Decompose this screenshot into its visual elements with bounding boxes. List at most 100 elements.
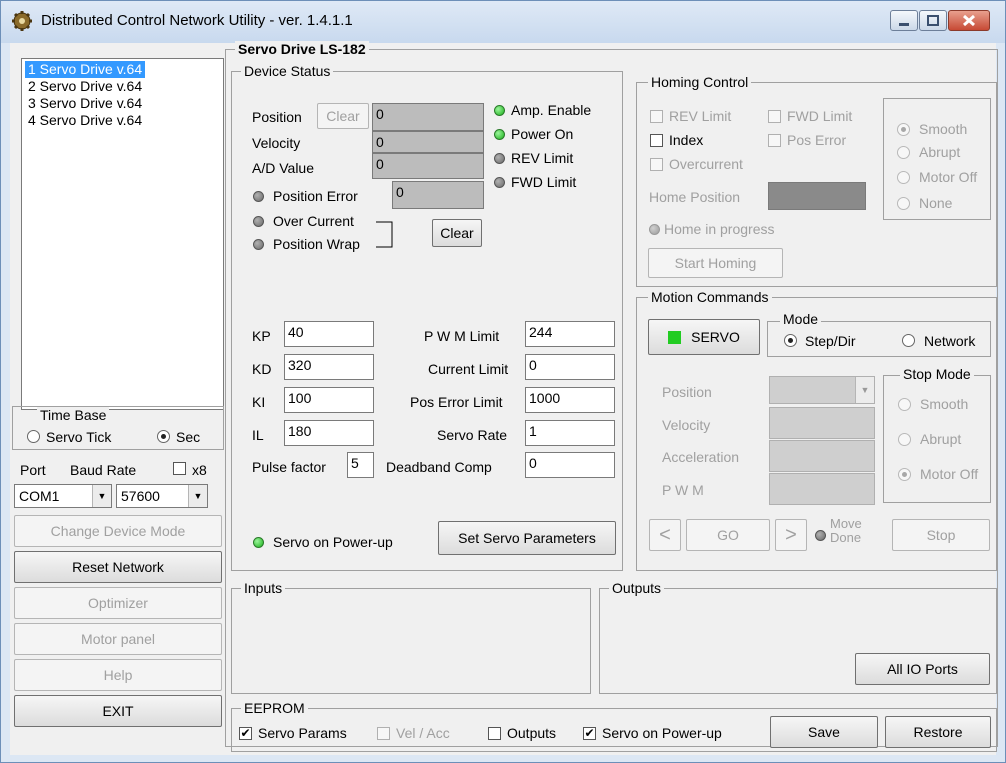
pulse-factor-label: Pulse factor <box>252 459 326 475</box>
start-homing-button[interactable]: Start Homing <box>648 248 783 278</box>
port-value: COM1 <box>19 488 60 504</box>
homing-rev-limit-checkbox[interactable] <box>650 110 663 123</box>
port-select[interactable]: COM1 ▼ <box>14 484 112 508</box>
device-list-item[interactable]: 4 Servo Drive v.64 <box>25 112 145 129</box>
homing-rev-limit-label: REV Limit <box>669 108 732 124</box>
set-servo-parameters-button[interactable]: Set Servo Parameters <box>438 521 616 555</box>
exit-button[interactable]: EXIT <box>14 695 222 727</box>
move-done-led <box>815 530 826 541</box>
step-dir-label: Step/Dir <box>805 333 856 349</box>
ki-label: KI <box>252 394 266 410</box>
optimizer-button[interactable]: Optimizer <box>14 587 222 619</box>
servo-params-label: Servo Params <box>258 725 347 741</box>
current-limit-input[interactable]: 0 <box>525 354 615 380</box>
time-base-title: Time Base <box>37 407 110 423</box>
network-radio[interactable] <box>902 334 915 347</box>
status-clear-button[interactable]: Clear <box>432 219 482 247</box>
stop-smooth-radio[interactable] <box>898 398 911 411</box>
reset-network-button[interactable]: Reset Network <box>14 551 222 583</box>
motion-position-select[interactable]: ▼ <box>769 376 875 404</box>
deadband-comp-label: Deadband Comp <box>386 459 492 475</box>
homing-none-radio[interactable] <box>897 197 910 210</box>
motion-commands-title: Motion Commands <box>648 289 772 305</box>
pulse-factor-input[interactable]: 5 <box>347 452 374 478</box>
kp-label: KP <box>252 328 271 344</box>
device-list-item[interactable]: 2 Servo Drive v.64 <box>25 78 145 95</box>
change-device-mode-button[interactable]: Change Device Mode <box>14 515 222 547</box>
servo-rate-input[interactable]: 1 <box>525 420 615 446</box>
position-wrap-led <box>253 239 264 250</box>
outputs-checkbox[interactable] <box>488 727 501 740</box>
device-list-item[interactable]: 3 Servo Drive v.64 <box>25 95 145 112</box>
homing-motor-off-label: Motor Off <box>919 169 978 185</box>
home-in-progress-label: Home in progress <box>664 221 775 237</box>
restore-button[interactable]: Restore <box>885 716 991 748</box>
motion-pwm-input[interactable] <box>769 473 875 505</box>
mode-title: Mode <box>780 311 822 327</box>
previous-button[interactable]: < <box>649 519 681 551</box>
homing-fwd-limit-checkbox[interactable] <box>768 110 781 123</box>
servo-button[interactable]: SERVO <box>648 319 760 355</box>
main-title: Servo Drive LS-182 <box>235 41 369 57</box>
homing-motor-off-radio[interactable] <box>897 171 910 184</box>
home-position-value <box>768 182 866 210</box>
homing-abrupt-radio[interactable] <box>897 146 910 159</box>
baud-rate-value: 57600 <box>121 488 160 504</box>
power-on-led <box>494 129 505 140</box>
save-button[interactable]: Save <box>770 716 878 748</box>
homing-abrupt-label: Abrupt <box>919 144 961 160</box>
pos-error-limit-input[interactable]: 1000 <box>525 387 615 413</box>
homing-index-checkbox[interactable] <box>650 134 663 147</box>
velocity-label: Velocity <box>252 135 301 151</box>
motion-velocity-label: Velocity <box>662 417 711 433</box>
il-input[interactable]: 180 <box>284 420 374 446</box>
rev-limit-led <box>494 153 505 164</box>
device-status-title: Device Status <box>241 63 334 79</box>
step-dir-radio[interactable] <box>784 334 797 347</box>
motor-panel-button[interactable]: Motor panel <box>14 623 222 655</box>
position-clear-button[interactable]: Clear <box>317 103 369 129</box>
vel-acc-checkbox[interactable] <box>377 727 390 740</box>
ki-input[interactable]: 100 <box>284 387 374 413</box>
go-button[interactable]: GO <box>686 519 770 551</box>
device-list[interactable]: 1 Servo Drive v.64 2 Servo Drive v.64 3 … <box>21 58 224 410</box>
homing-pos-error-checkbox[interactable] <box>768 134 781 147</box>
x8-label: x8 <box>192 462 207 478</box>
minimize-button[interactable] <box>890 10 918 31</box>
all-io-ports-button[interactable]: All IO Ports <box>855 653 990 685</box>
stop-button[interactable]: Stop <box>892 519 990 551</box>
baud-rate-label: Baud Rate <box>70 462 137 478</box>
chevron-down-icon[interactable]: ▼ <box>92 485 111 507</box>
servo-params-checkbox[interactable]: ✔ <box>239 727 252 740</box>
device-list-item[interactable]: 1 Servo Drive v.64 <box>25 61 146 78</box>
pwm-limit-input[interactable]: 244 <box>525 321 615 347</box>
servo-power-up-checkbox[interactable]: ✔ <box>583 727 596 740</box>
x8-checkbox[interactable] <box>173 462 186 475</box>
homing-smooth-radio[interactable] <box>897 123 910 136</box>
outputs-label: Outputs <box>507 725 557 741</box>
deadband-comp-input[interactable]: 0 <box>525 452 615 478</box>
next-button[interactable]: > <box>775 519 807 551</box>
close-button[interactable] <box>948 10 990 31</box>
motion-acceleration-input[interactable] <box>769 440 875 472</box>
stop-motor-off-radio[interactable] <box>898 468 911 481</box>
homing-overcurrent-checkbox[interactable] <box>650 158 663 171</box>
servo-tick-label: Servo Tick <box>46 429 112 445</box>
help-button[interactable]: Help <box>14 659 222 691</box>
window-title: Distributed Control Network Utility - ve… <box>41 12 353 29</box>
servo-button-label: SERVO <box>691 329 740 345</box>
kp-input[interactable]: 40 <box>284 321 374 347</box>
fwd-limit-led <box>494 177 505 188</box>
position-error-label: Position Error <box>273 188 358 204</box>
baud-rate-select[interactable]: 57600 ▼ <box>116 484 208 508</box>
homing-smooth-label: Smooth <box>919 121 968 137</box>
maximize-button[interactable] <box>919 10 947 31</box>
servo-tick-radio[interactable] <box>27 430 40 443</box>
sec-radio[interactable] <box>157 430 170 443</box>
stop-abrupt-radio[interactable] <box>898 433 911 446</box>
chevron-down-icon[interactable]: ▼ <box>188 485 207 507</box>
kd-input[interactable]: 320 <box>284 354 374 380</box>
motion-velocity-input[interactable] <box>769 407 875 439</box>
chevron-down-icon[interactable]: ▼ <box>855 377 874 403</box>
amp-enable-label: Amp. Enable <box>511 102 592 118</box>
